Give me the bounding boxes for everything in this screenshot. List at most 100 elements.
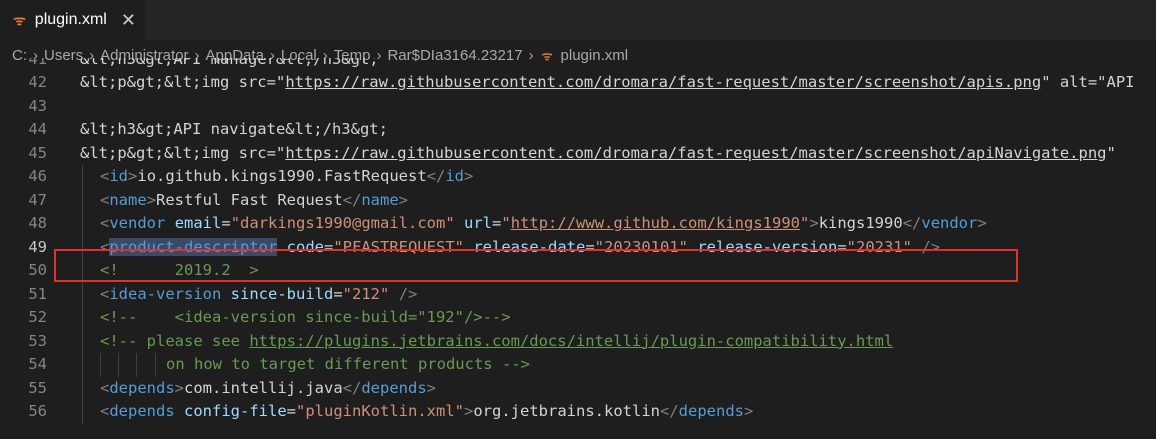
- code-token: idea-version: [109, 284, 222, 303]
- code-line[interactable]: 53 <!-- please see https://plugins.jetbra…: [0, 329, 1156, 354]
- code-line[interactable]: 44 &lt;h3&gt;API navigate&lt;/h3&gt;: [0, 118, 1156, 142]
- tab-bar: ᯤ plugin.xml ✕: [0, 0, 1156, 40]
- code-token: </: [342, 378, 362, 397]
- code-token: name: [361, 190, 399, 209]
- code-token: name: [109, 190, 147, 209]
- indent-guide: [100, 353, 101, 377]
- code-token: <: [100, 167, 110, 185]
- line-number: 42: [28, 73, 47, 91]
- code-line[interactable]: 55 <depends>com.intellij.java</depends>: [0, 376, 1156, 401]
- code-token: https://plugins.jetbrains.com/docs/intel…: [249, 331, 894, 350]
- indent-guide: [82, 212, 83, 236]
- indent-guide: [82, 329, 83, 353]
- code-line[interactable]: 41 &lt;h3&gt;API manager&lt;/h3&gt;: [0, 58, 1156, 71]
- code-text: <!-- please see https://plugins.jetbrain…: [100, 330, 893, 354]
- code-line[interactable]: 51 <idea-version since-build="212" />: [0, 282, 1156, 306]
- code-token: email: [174, 214, 222, 232]
- indent-guide: [82, 353, 83, 377]
- code-line[interactable]: 48 <vendor email="darkings1990@gmail.com"…: [0, 212, 1156, 236]
- line-number: 51: [28, 284, 47, 303]
- indent-guide: [82, 282, 83, 306]
- rss-icon: ᯤ: [13, 12, 26, 29]
- line-number: 47: [28, 190, 47, 209]
- code-token: org.jetbrains.kotlin: [473, 402, 660, 420]
- code-token: com.intellij.java: [184, 378, 343, 397]
- code-text: &lt;h3&gt;API navigate&lt;/h3&gt;: [80, 118, 388, 142]
- code-token: &lt;h3&gt;API manager&lt;/h3&gt;: [80, 58, 379, 68]
- code-text: on how to target different products -->: [166, 353, 530, 377]
- code-token: <: [100, 190, 110, 209]
- indent-guide: [155, 353, 156, 377]
- code-token: <: [100, 402, 110, 420]
- highlight-box: [54, 249, 1018, 282]
- code-token: vendor: [921, 214, 978, 232]
- code-token: " alt="API manager": [1041, 73, 1156, 91]
- code-token: id: [109, 167, 129, 185]
- code-line[interactable]: 52 <!-- <idea-version since-build="192"/>…: [0, 306, 1156, 330]
- code-line[interactable]: 45 &lt;p&gt;&lt;img src="https://raw.gith…: [0, 142, 1156, 166]
- code-token: >: [809, 214, 819, 232]
- indent-guide: [82, 376, 83, 400]
- code-token: id: [445, 167, 464, 185]
- code-token: depends: [361, 378, 427, 397]
- code-token: on how to target different products -->: [166, 355, 530, 373]
- indent-guide: [82, 188, 83, 212]
- vertical-scrollbar[interactable]: [1142, 58, 1156, 439]
- code-token: https://raw.githubusercontent.com/dromar…: [285, 73, 1042, 91]
- code-text: <id>io.github.kings1990.FastRequest</id>: [100, 165, 473, 189]
- line-number: 44: [28, 120, 47, 138]
- code-text: <vendor email="darkings1990@gmail.com" u…: [100, 212, 987, 236]
- code-token: =: [333, 284, 343, 303]
- code-token: </: [902, 214, 922, 232]
- code-token: >: [128, 167, 138, 185]
- line-number: 54: [28, 355, 47, 373]
- code-token: depends: [109, 378, 175, 397]
- line-number: 53: [28, 331, 47, 350]
- close-icon[interactable]: ✕: [121, 10, 136, 31]
- code-line[interactable]: 46 <id>io.github.kings1990.FastRequest</i…: [0, 165, 1156, 189]
- code-token: <!-- <idea-version since-build="192"/>--…: [100, 308, 511, 326]
- code-token: =: [221, 214, 231, 232]
- code-text: <depends>com.intellij.java</depends>: [100, 377, 436, 401]
- code-token: </: [659, 402, 679, 420]
- code-line[interactable]: 54 on how to target different products --…: [0, 353, 1156, 377]
- code-token: http://www.github.com/kings1990: [510, 214, 800, 232]
- code-token: &lt;p&gt;&lt;img src=": [80, 143, 286, 162]
- code-line[interactable]: 56 <depends config-file="pluginKotlin.xml…: [0, 400, 1156, 424]
- code-token: <: [100, 214, 110, 232]
- code-line[interactable]: 43: [0, 95, 1156, 119]
- code-text: <!-- <idea-version since-build="192"/>--…: [100, 306, 511, 330]
- code-text: &lt;p&gt;&lt;img src="https://raw.github…: [80, 71, 1156, 95]
- code-token: </: [342, 190, 362, 209]
- code-text: <depends config-file="pluginKotlin.xml">…: [100, 400, 753, 424]
- line-number: 55: [28, 378, 47, 397]
- code-token: ": [1106, 143, 1116, 162]
- code-token: <: [100, 378, 110, 397]
- code-token: vendor: [109, 214, 166, 232]
- line-number: 43: [28, 96, 47, 115]
- line-number: 48: [28, 214, 47, 232]
- code-line[interactable]: 42 &lt;p&gt;&lt;img src="https://raw.gith…: [0, 71, 1156, 95]
- tab-label: plugin.xml: [34, 11, 107, 28]
- code-line[interactable]: 47 <name>Restful Fast Request</name>: [0, 188, 1156, 213]
- code-token: "pluginKotlin.xml": [296, 402, 464, 420]
- code-token: />: [398, 284, 418, 303]
- code-text: &lt;h3&gt;API manager&lt;/h3&gt;: [80, 58, 379, 71]
- code-token: <!-- please see: [100, 331, 250, 350]
- code-token: >: [426, 378, 436, 397]
- code-text: <name>Restful Fast Request</name>: [100, 189, 408, 213]
- code-token: >: [464, 402, 474, 420]
- tab-plugin-xml[interactable]: ᯤ plugin.xml ✕: [0, 0, 145, 40]
- code-token: kings1990: [818, 214, 903, 232]
- line-number: 52: [28, 308, 47, 326]
- code-token: =: [492, 214, 502, 232]
- code-token: io.github.kings1990.FastRequest: [137, 167, 427, 185]
- code-token: <: [100, 284, 110, 303]
- code-token: >: [977, 214, 987, 232]
- code-token: "darkings1990@gmail.com": [230, 214, 455, 232]
- code-token: depends: [678, 402, 744, 420]
- code-token: "212": [342, 284, 390, 303]
